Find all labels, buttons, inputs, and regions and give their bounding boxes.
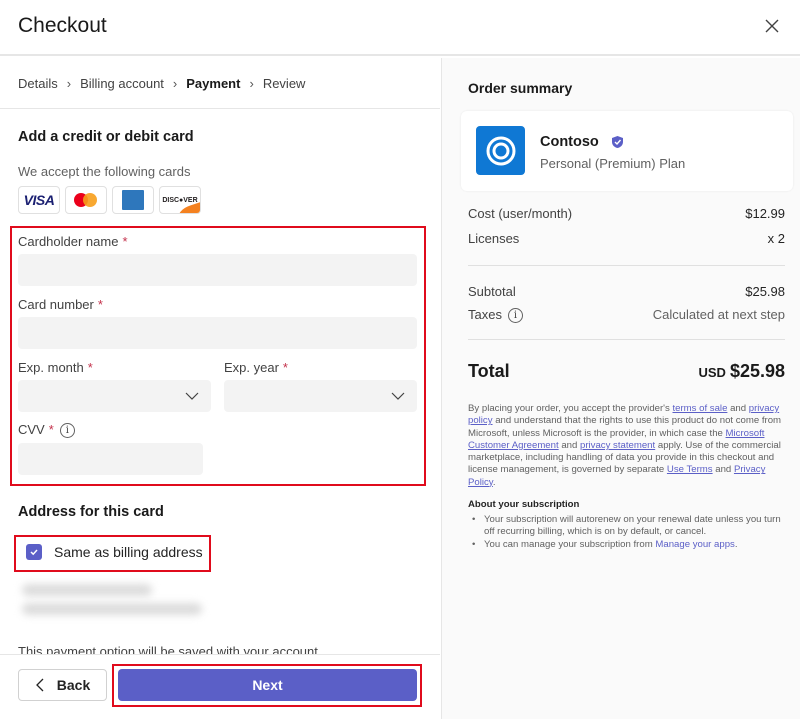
manage-your-apps-link[interactable]: Manage your apps — [655, 539, 734, 550]
checkmark-icon — [30, 549, 38, 556]
exp-year-select[interactable] — [224, 380, 417, 412]
chevron-right-icon: › — [172, 76, 178, 91]
dialog-title: Checkout — [18, 14, 107, 37]
next-button-label: Next — [252, 677, 283, 693]
back-button[interactable]: Back — [18, 669, 107, 701]
order-summary-title: Order summary — [468, 80, 573, 96]
checkbox-checked[interactable] — [26, 544, 42, 560]
close-icon — [765, 19, 779, 33]
exp-year-label: Exp. year * — [224, 360, 288, 375]
legal-text: By placing your order, you accept the pr… — [468, 403, 782, 488]
amex-logo-icon — [112, 186, 154, 214]
subtotal-row: Subtotal $25.98 — [468, 284, 785, 299]
taxes-label: Taxes i — [468, 307, 523, 324]
order-summary-pane: Order summary Contoso Personal (Premium)… — [441, 58, 800, 719]
mastercard-logo-icon — [65, 186, 107, 214]
chevron-right-icon: › — [249, 76, 254, 91]
licenses-row: Licenses x 2 — [468, 231, 785, 246]
taxes-value: Calculated at next step — [652, 307, 785, 322]
total-row: Total USD $25.98 — [468, 361, 785, 382]
accepted-cards-text: We accept the following cards — [18, 164, 191, 179]
card-number-input[interactable] — [18, 317, 417, 349]
subtotal-label: Subtotal — [468, 284, 516, 299]
accepted-card-logos: VISA DISC●VER — [18, 186, 201, 214]
chevron-right-icon: › — [66, 76, 72, 91]
chevron-down-icon — [391, 392, 405, 400]
exp-month-label: Exp. month * — [18, 360, 93, 375]
visa-logo-icon: VISA — [18, 186, 60, 214]
total-value: USD $25.98 — [698, 361, 785, 381]
product-card: Contoso Personal (Premium) Plan — [461, 111, 793, 191]
info-icon[interactable]: i — [507, 308, 523, 324]
total-label: Total — [468, 361, 510, 381]
same-as-billing-label: Same as billing address — [54, 544, 203, 560]
cvv-input[interactable] — [18, 443, 203, 475]
total-currency: USD — [698, 365, 726, 380]
divider — [468, 265, 785, 266]
close-button[interactable] — [762, 16, 782, 36]
chevron-left-icon — [35, 678, 44, 692]
divider — [0, 108, 440, 109]
card-number-label: Card number * — [18, 297, 103, 312]
cost-row: Cost (user/month) $12.99 — [468, 206, 785, 221]
breadcrumb-review[interactable]: Review — [263, 76, 306, 91]
breadcrumb-details[interactable]: Details — [18, 76, 58, 91]
product-name: Contoso — [540, 134, 624, 150]
privacy-statement-link[interactable]: privacy statement — [580, 440, 655, 451]
divider — [468, 339, 785, 340]
contoso-app-icon — [476, 126, 525, 175]
back-button-label: Back — [56, 677, 91, 693]
cardholder-name-label: Cardholder name * — [18, 234, 128, 249]
chevron-down-icon — [185, 392, 199, 400]
verified-shield-icon — [611, 136, 623, 149]
breadcrumb-payment[interactable]: Payment — [186, 76, 240, 91]
info-icon[interactable]: i — [59, 423, 75, 439]
redacted-address-line-2 — [22, 603, 202, 615]
cost-value: $12.99 — [745, 206, 785, 221]
taxes-row: Taxes i Calculated at next step — [468, 307, 785, 324]
same-as-billing-checkbox[interactable]: Same as billing address — [26, 544, 203, 560]
address-section-title: Address for this card — [18, 504, 164, 520]
product-plan: Personal (Premium) Plan — [540, 156, 686, 171]
subtotal-value: $25.98 — [745, 284, 785, 299]
licenses-value: x 2 — [767, 231, 785, 246]
breadcrumb: Details › Billing account › Payment › Re… — [18, 76, 305, 91]
list-item: Your subscription will autorenew on your… — [468, 514, 788, 539]
licenses-label: Licenses — [468, 231, 520, 246]
cardholder-name-input[interactable] — [18, 254, 417, 286]
discover-logo-icon: DISC●VER — [159, 186, 201, 214]
about-subscription-list: Your subscription will autorenew on your… — [468, 514, 788, 551]
cost-label: Cost (user/month) — [468, 206, 573, 221]
payment-form-pane: Details › Billing account › Payment › Re… — [0, 58, 440, 719]
next-button[interactable]: Next — [118, 669, 417, 701]
discover-logo-text: DISC●VER — [162, 196, 198, 204]
card-section-title: Add a credit or debit card — [18, 129, 194, 145]
list-item: You can manage your subscription from Ma… — [468, 539, 788, 552]
use-terms-link[interactable]: Use Terms — [667, 464, 713, 475]
exp-month-select[interactable] — [18, 380, 211, 412]
form-footer: Back Next — [0, 654, 440, 719]
terms-of-sale-link[interactable]: terms of sale — [672, 403, 727, 414]
breadcrumb-billing-account[interactable]: Billing account — [80, 76, 164, 91]
visa-logo-text: VISA — [23, 192, 55, 208]
redacted-address-line-1 — [22, 584, 152, 596]
dialog-header: Checkout — [0, 0, 800, 56]
cvv-label: CVV * i — [18, 422, 75, 439]
about-subscription-title: About your subscription — [468, 499, 580, 510]
